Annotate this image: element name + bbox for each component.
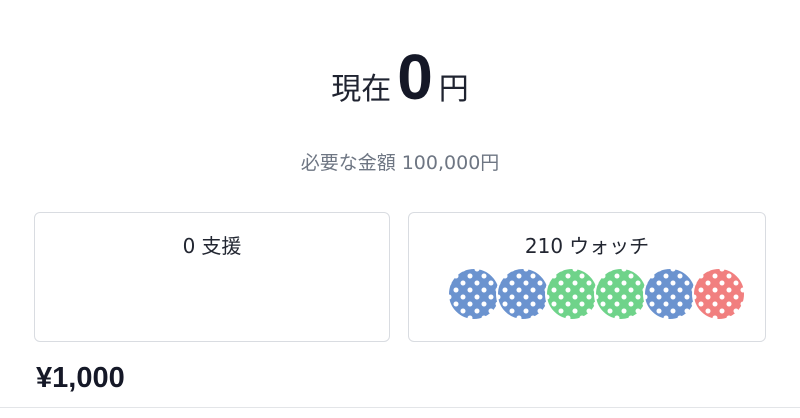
watchers-card[interactable]: 210 ウォッチ bbox=[408, 212, 766, 342]
goal-amount: 100,000円 bbox=[401, 152, 500, 174]
goal-label: 必要な金額 bbox=[300, 152, 396, 174]
current-amount: 0 bbox=[397, 41, 433, 113]
funding-goal: 必要な金額 100,000円 bbox=[0, 148, 800, 175]
reward-price[interactable]: ¥1,000 bbox=[36, 362, 125, 395]
current-unit: 円 bbox=[438, 72, 469, 107]
project-funding-page: 現在0 円 必要な金額 100,000円 0 支援 210 ウォッチ ¥1,000 bbox=[0, 0, 800, 418]
polka-dot-avatar-icon[interactable] bbox=[545, 267, 599, 321]
watchers-title: 210 ウォッチ bbox=[409, 230, 765, 259]
polka-dot-avatar-icon[interactable] bbox=[594, 267, 648, 321]
current-funding-total: 現在0 円 bbox=[0, 40, 800, 114]
watchers-count: 210 bbox=[524, 234, 564, 258]
supporters-label: 支援 bbox=[201, 234, 242, 258]
polka-dot-avatar-icon[interactable] bbox=[692, 267, 746, 321]
supporters-card[interactable]: 0 支援 bbox=[34, 212, 390, 342]
divider bbox=[0, 407, 800, 408]
watchers-label: ウォッチ bbox=[569, 234, 650, 258]
watcher-avatar-list bbox=[447, 267, 747, 323]
supporters-title: 0 支援 bbox=[35, 230, 389, 259]
polka-dot-avatar-icon[interactable] bbox=[643, 267, 697, 321]
supporters-count: 0 bbox=[182, 234, 196, 258]
polka-dot-avatar-icon[interactable] bbox=[447, 267, 501, 321]
polka-dot-avatar-icon[interactable] bbox=[496, 267, 550, 321]
current-label: 現在 bbox=[331, 72, 392, 107]
